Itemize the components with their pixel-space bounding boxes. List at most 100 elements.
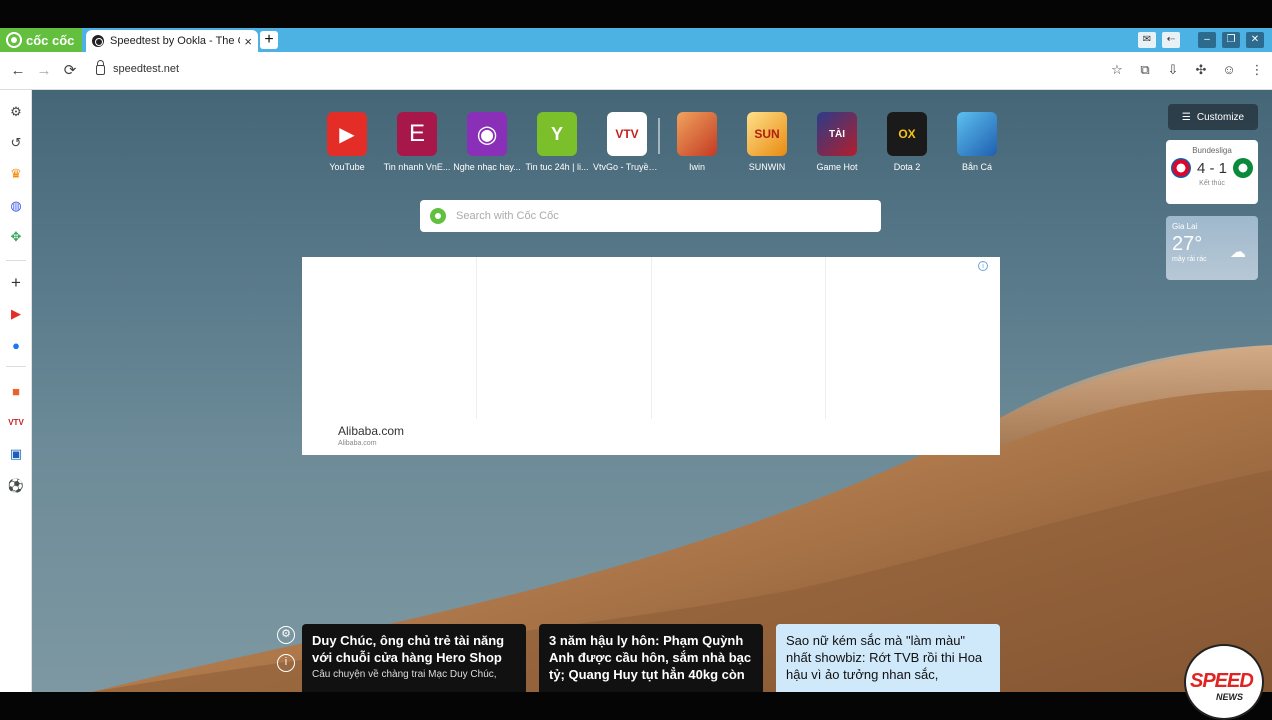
toolbar-right: ☆ ⧉ ⇩ ✣ ☺ ⋮	[1108, 61, 1266, 79]
coccoc-search-icon	[430, 208, 446, 224]
league-name: Bundesliga	[1192, 146, 1232, 155]
shortcut-separator	[658, 118, 660, 154]
extension-badge-icon[interactable]: ⧉	[1136, 61, 1154, 79]
shortcut-music[interactable]: ◉ Nghe nhạc hay...	[452, 112, 522, 172]
bottom-black-bar	[0, 692, 1272, 720]
news-title: 3 năm hậu ly hôn: Phạm Quỳnh Anh được cầ…	[549, 633, 752, 682]
news-title: Sao nữ kém sắc mà "làm màu" nhất showbiz…	[786, 633, 983, 682]
puzzle-icon[interactable]: ✣	[1192, 61, 1210, 79]
ad-banner[interactable]: i Alibaba.com Alibaba.com	[302, 257, 1000, 455]
vnexpress-logo-icon: E	[397, 112, 437, 156]
news-settings-gear-icon[interactable]: ⚙	[277, 626, 295, 644]
ad-brand[interactable]: Alibaba.com	[338, 424, 404, 438]
top-black-bar	[0, 0, 1272, 28]
crown-icon[interactable]: ♛	[6, 164, 26, 184]
address-bar[interactable]: speedtest.net	[96, 60, 180, 75]
shortcut-label: SUNWIN	[748, 162, 786, 172]
iwin-thumbnail-icon	[677, 112, 717, 156]
ad-column[interactable]	[652, 257, 827, 419]
shortcut-label: Bắn Cá	[961, 162, 993, 172]
forward-button[interactable]: →	[34, 61, 54, 81]
weather-location: Gia Lai	[1172, 222, 1198, 231]
news-title: Duy Chúc, ông chủ trẻ tài năng với chuỗi…	[312, 633, 505, 665]
messenger-icon[interactable]: ◍	[6, 196, 26, 216]
shortcut-label: Game Hot	[816, 162, 858, 172]
shortcut-vnexpress[interactable]: E Tin nhanh VnE...	[382, 112, 452, 172]
shortcut-iwin[interactable]: Iwin	[662, 112, 732, 172]
vtv-icon[interactable]: VTV	[6, 412, 26, 432]
news-tools: ⚙ i	[277, 626, 295, 672]
dota-logo-icon: OX	[887, 112, 927, 156]
tab-strip: cốc cốc Speedtest by Ookla - The Gl × + …	[0, 28, 1272, 52]
add-shortcut-icon[interactable]: +	[6, 273, 26, 293]
news-app-icon[interactable]: ▣	[6, 444, 26, 464]
close-window-icon[interactable]: ✕	[1246, 32, 1264, 48]
weather-widget[interactable]: Gia Lai 27° mây rải rác ☁	[1166, 216, 1258, 280]
customize-button[interactable]: ☰ Customize	[1168, 104, 1258, 130]
download-icon[interactable]: ⇩	[1164, 61, 1182, 79]
ad-column[interactable]	[826, 257, 1000, 419]
shortcut-tintuc24h[interactable]: Y Tin tuc 24h | li...	[522, 112, 592, 172]
shop-icon[interactable]: ■	[6, 381, 26, 401]
menu-dots-icon[interactable]: ⋮	[1248, 61, 1266, 79]
shortcut-banca[interactable]: Bắn Cá	[942, 112, 1012, 172]
shortcut-label: Nghe nhạc hay...	[453, 162, 521, 172]
shortcut-gamehot[interactable]: TÀI Game Hot	[802, 112, 872, 172]
bookmark-star-icon[interactable]: ☆	[1108, 61, 1126, 79]
coccoc-menu-button[interactable]: cốc cốc	[0, 28, 82, 52]
minimize-icon[interactable]: –	[1198, 32, 1216, 48]
shortcut-label: Tin tuc 24h | li...	[525, 162, 589, 172]
shortcut-dota2[interactable]: OX Dota 2	[872, 112, 942, 172]
banca-fish-icon	[957, 112, 997, 156]
shortcut-sunwin[interactable]: SUN SUNWIN	[732, 112, 802, 172]
sunwin-logo-icon: SUN	[747, 112, 787, 156]
news-card[interactable]: Duy Chúc, ông chủ trẻ tài năng với chuỗi…	[302, 624, 526, 692]
news-card[interactable]: Sao nữ kém sắc mà "làm màu" nhất showbiz…	[776, 624, 1000, 692]
ookla-favicon-icon	[92, 35, 104, 47]
sidebar-divider	[6, 366, 26, 367]
tab-speedtest[interactable]: Speedtest by Ookla - The Gl ×	[86, 30, 258, 52]
news-info-icon[interactable]: i	[277, 654, 295, 672]
shortcut-label: VtvGo - Truyền...	[593, 162, 661, 172]
shortcut-label: Dota 2	[893, 162, 921, 172]
match-status: Kết thúc	[1199, 180, 1225, 187]
search-input[interactable]	[456, 210, 856, 222]
settings-gear-icon[interactable]: ⚙	[6, 102, 26, 122]
back-button[interactable]: ←	[8, 61, 28, 81]
share-icon[interactable]: ⇠	[1162, 32, 1180, 48]
restore-icon[interactable]: ❐	[1222, 32, 1240, 48]
window-controls: ✉ ⇠ – ❐ ✕	[1138, 28, 1272, 52]
sidebar: ⚙ ↺ ♛ ◍ ✥ + ▶ ● ■ VTV ▣ ⚽	[0, 90, 32, 692]
gamehot-logo-icon: TÀI	[817, 112, 857, 156]
gamepad-icon[interactable]: ✥	[6, 227, 26, 247]
chat-icon[interactable]: ✉	[1138, 32, 1156, 48]
url-text: speedtest.net	[113, 63, 180, 75]
football-icon[interactable]: ⚽	[6, 476, 26, 496]
cloud-icon: ☁	[1230, 244, 1246, 261]
history-icon[interactable]: ↺	[6, 133, 26, 153]
reload-button[interactable]: ⟳	[60, 61, 80, 81]
youtube-icon[interactable]: ▶	[6, 304, 26, 324]
ad-column[interactable]	[302, 257, 477, 419]
search-box[interactable]	[420, 200, 881, 232]
ad-info-icon[interactable]: i	[978, 261, 988, 271]
shortcut-youtube[interactable]: ▶ YouTube	[312, 112, 382, 172]
profile-icon[interactable]: ☺	[1220, 61, 1238, 79]
watermark-title: SPEED	[1190, 670, 1254, 692]
gladbach-crest-icon	[1233, 158, 1253, 178]
facebook-icon[interactable]: ●	[6, 335, 26, 355]
customize-label: Customize	[1196, 111, 1245, 123]
coccoc-logo-icon	[6, 32, 22, 48]
tab-title: Speedtest by Ookla - The Gl	[110, 35, 241, 47]
news-card[interactable]: 3 năm hậu ly hôn: Phạm Quỳnh Anh được cầ…	[539, 624, 763, 692]
news-description: Câu chuyện về chàng trai Mạc Duy Chúc,	[312, 669, 497, 680]
tab-close-icon[interactable]: ×	[244, 34, 252, 49]
shortcut-vtvgo[interactable]: VTV VtvGo - Truyền...	[592, 112, 662, 172]
score-widget[interactable]: Bundesliga 4 - 1 Kết thúc	[1166, 140, 1258, 204]
new-tab-page: ▶ YouTube E Tin nhanh VnE... ◉ Nghe nhạc…	[32, 90, 1272, 692]
new-tab-button[interactable]: +	[260, 31, 278, 49]
music-disc-icon: ◉	[467, 112, 507, 156]
navigation-bar: ← → ⟳ speedtest.net ☆ ⧉ ⇩ ✣ ☺ ⋮	[0, 52, 1272, 90]
ad-column[interactable]	[477, 257, 652, 419]
lock-icon	[96, 60, 105, 75]
